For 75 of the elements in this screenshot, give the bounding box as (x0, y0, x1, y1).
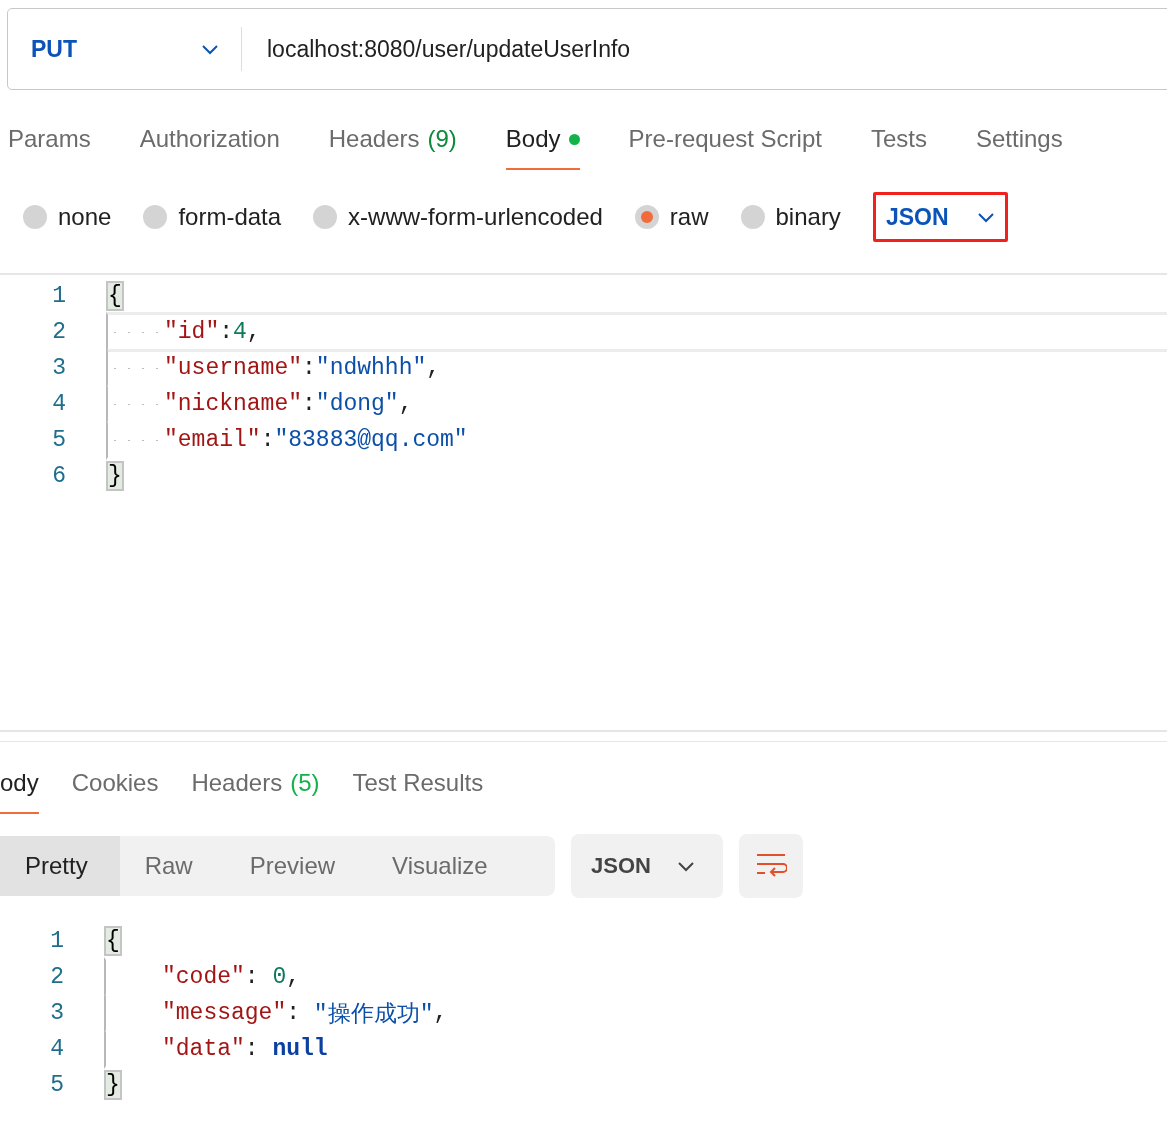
bracket-match: { (106, 928, 120, 954)
code-token: "username" (164, 355, 303, 381)
response-tab[interactable]: ody (0, 754, 39, 814)
code-token: : (244, 1036, 260, 1062)
line-number: 6 (51, 463, 67, 489)
wrap-lines-button[interactable] (738, 834, 803, 898)
line-number: 2 (49, 964, 65, 990)
view-mode-tab[interactable]: Visualize (367, 836, 520, 896)
code-token: : (302, 355, 316, 381)
tab-count: (5) (290, 769, 320, 797)
tab-count: (9) (427, 125, 457, 153)
caret-icon (976, 211, 995, 223)
line-number: 4 (51, 391, 67, 417)
line-number: 3 (49, 1000, 65, 1026)
line-number: 1 (49, 928, 65, 954)
code-token: "操作成功" (313, 1000, 434, 1029)
view-mode-tab[interactable]: Preview (224, 836, 368, 896)
code-token: , (398, 391, 413, 417)
line-number: 3 (51, 355, 67, 381)
response-tab[interactable]: Headers (5) (191, 754, 320, 814)
line-number: 2 (51, 319, 67, 345)
code-token: , (246, 319, 261, 345)
code-token: "email" (164, 427, 261, 453)
line-number: 1 (51, 283, 67, 309)
view-mode-tab[interactable]: Raw (119, 836, 225, 896)
code-token: "nickname" (164, 391, 303, 417)
line-number: 5 (49, 1072, 65, 1098)
code-token: : (219, 319, 234, 345)
body-type-radio[interactable]: binary (740, 203, 841, 231)
line-number: 5 (51, 427, 67, 453)
body-type-radio[interactable]: raw (634, 203, 709, 231)
code-token: "id" (164, 319, 220, 345)
radio-label: none (58, 203, 112, 231)
code-token: "code" (162, 964, 245, 990)
view-mode-tab[interactable]: Pretty (0, 836, 120, 896)
code-token: : (244, 964, 260, 990)
code-token: : (286, 1000, 302, 1026)
request-tab[interactable]: Headers (9) (328, 110, 457, 170)
response-tab[interactable]: Cookies (71, 754, 159, 814)
code-token: "ndwhhh" (315, 355, 427, 381)
request-tab[interactable]: Pre-request Script (628, 110, 822, 170)
response-tab[interactable]: Test Results (352, 754, 484, 814)
bracket-match: { (108, 283, 122, 309)
request-tab[interactable]: Body (505, 110, 580, 170)
line-number: 4 (49, 1036, 65, 1062)
body-type-radio[interactable]: form-data (143, 203, 282, 231)
code-token: : (260, 427, 275, 453)
code-token: 4 (233, 319, 247, 345)
code-token: "dong" (315, 391, 399, 417)
code-token: , (433, 1000, 448, 1026)
request-tab[interactable]: Tests (870, 110, 927, 170)
code-token: "83883@qq.com" (274, 427, 468, 453)
format-dropdown[interactable]: JSON (872, 192, 1008, 242)
request-tab[interactable]: Authorization (139, 110, 280, 170)
format-dropdown[interactable]: JSON (571, 834, 723, 898)
bracket-match: } (108, 463, 122, 489)
radio-label: form-data (178, 203, 282, 231)
bracket-match: } (106, 1072, 120, 1098)
body-type-radio[interactable]: none (23, 203, 112, 231)
caret-icon (201, 43, 219, 55)
request-tab[interactable]: Settings (975, 110, 1063, 170)
code-token: "data" (162, 1036, 245, 1062)
code-token: , (426, 355, 441, 381)
caret-icon (676, 860, 695, 872)
radio-label: binary (775, 203, 841, 231)
code-token: null (272, 1036, 328, 1062)
code-token: , (286, 964, 301, 990)
method-dropdown[interactable]: PUT (8, 27, 242, 71)
request-tab[interactable]: Params (8, 110, 91, 170)
code-token: 0 (272, 964, 287, 990)
code-token: "message" (162, 1000, 287, 1026)
url-bar[interactable]: PUT localhost:8080/user/updateUserInfo (7, 8, 1167, 90)
radio-label: raw (669, 203, 709, 231)
code-token: : (302, 391, 316, 417)
url-field[interactable]: localhost:8080/user/updateUserInfo (267, 35, 1167, 63)
